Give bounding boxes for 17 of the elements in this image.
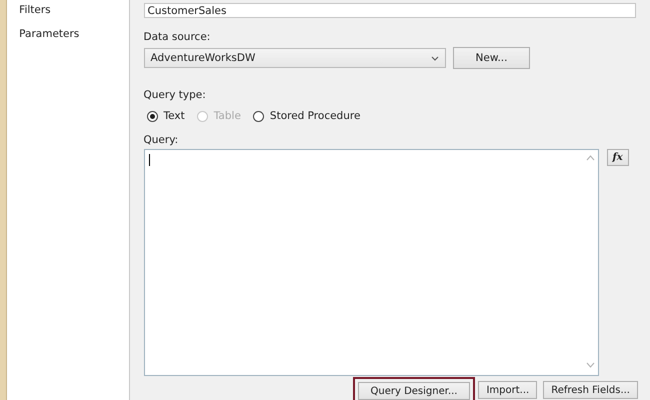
data-source-dropdown[interactable]: AdventureWorksDW bbox=[144, 48, 446, 68]
dialog-button[interactable]: Refresh Fields... bbox=[543, 381, 638, 399]
dialog-button[interactable]: Import... bbox=[478, 381, 538, 399]
radio-option[interactable]: Text bbox=[146, 110, 185, 122]
sidebar-item[interactable]: Filters bbox=[19, 4, 128, 16]
scroll-up-icon[interactable] bbox=[586, 155, 594, 161]
dialog-button[interactable]: Query Designer... bbox=[358, 382, 470, 400]
scroll-down-icon[interactable] bbox=[586, 362, 594, 368]
field-label: Data source: bbox=[144, 31, 212, 43]
chevron-down-icon bbox=[430, 56, 438, 60]
sidebar-item[interactable]: Parameters bbox=[19, 28, 128, 40]
expression-button[interactable]: fx bbox=[606, 149, 629, 166]
radio-option[interactable]: Stored Procedure bbox=[252, 110, 360, 122]
name-field[interactable]: CustomerSales bbox=[144, 3, 636, 18]
field-label: Query type: bbox=[144, 89, 207, 101]
field-label: Query: bbox=[144, 134, 180, 146]
new-button[interactable]: New... bbox=[452, 47, 530, 69]
